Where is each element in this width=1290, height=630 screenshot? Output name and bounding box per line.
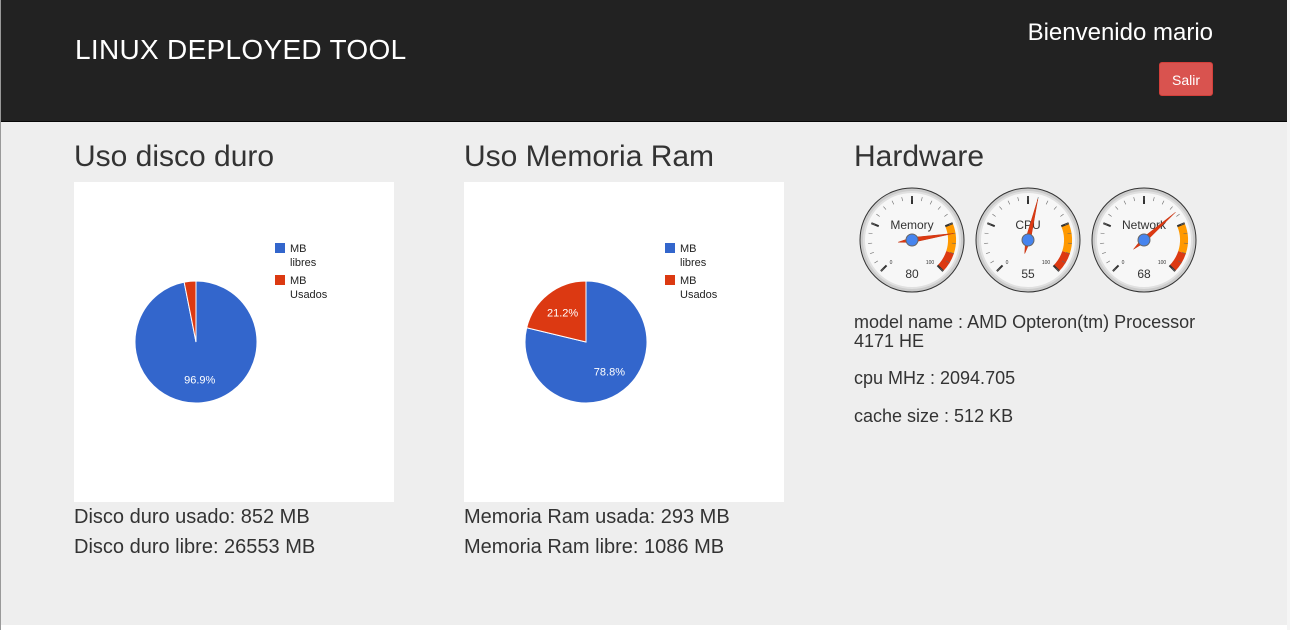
gauge-memory: Memory 0 100 80	[859, 187, 965, 293]
ram-free-text: Memoria Ram libre: 1086 MB	[464, 536, 725, 558]
gauge-max-label-0: 100	[926, 260, 935, 266]
disk-legend-line2-1: Usados	[290, 289, 328, 301]
gauge-min-label-0: 0	[890, 260, 893, 266]
gauge-value-0: 80	[905, 267, 919, 281]
welcome-text: Bienvenido mario	[1027, 19, 1213, 46]
ram-slice-label-1: 21.2%	[547, 307, 578, 319]
cpu-model-text: model name : AMD Opteron(tm) Processor 4…	[854, 312, 1196, 351]
disk-legend-line1-0: MB	[290, 243, 307, 255]
disk-legend-swatch-0	[275, 243, 285, 253]
disk-slice-label-0: 96.9%	[184, 375, 215, 387]
gauge-min-label-2: 0	[1122, 260, 1125, 266]
navbar: LINUX DEPLOYED TOOL Bienvenido mario Sal…	[1, 0, 1287, 122]
ram-legend-line2-0: libres	[680, 257, 707, 269]
logout-button[interactable]: Salir	[1159, 62, 1213, 96]
ram-used-text: Memoria Ram usada: 293 MB	[464, 506, 730, 528]
gauge-min-label-1: 0	[1006, 260, 1009, 266]
gauge-max-label-2: 100	[1158, 260, 1167, 266]
cache-size-text: cache size : 512 KB	[854, 406, 1014, 426]
disk-chart-panel: 96.9% MB libres MB Usados	[74, 182, 394, 502]
gauge-chart: Memory0 10080CPU0 10055Network0 10068	[859, 187, 1197, 293]
ram-chart-panel: 78.8% 21.2% MB libres MB Usados	[464, 182, 784, 502]
disk-free-text: Disco duro libre: 26553 MB	[74, 536, 316, 558]
ram-legend-line1-0: MB	[680, 243, 697, 255]
ram-legend-line1-1: MB	[680, 275, 697, 287]
gauges-row: Memory 0 100 80 CPU 0 100 55 Network 0 100 68	[857, 186, 1202, 301]
brand-title[interactable]: LINUX DEPLOYED TOOL	[75, 34, 406, 66]
gauge-label-1: CPU	[1015, 218, 1040, 232]
hardware-title: Hardware	[854, 140, 985, 173]
disk-pie-chart: 96.9% MB libres MB Usados	[134, 243, 328, 404]
gauge-max-label-1: 100	[1042, 260, 1051, 266]
ram-legend-swatch-0	[665, 243, 675, 253]
gauge-cpu: CPU 0 100 55	[975, 187, 1081, 293]
ram-legend-swatch-1	[665, 275, 675, 285]
gauge-label-0: Memory	[890, 218, 933, 232]
main-content: Uso disco duro 96.9% MB libres MB Usados Dis…	[1, 122, 1287, 625]
gauge-value-2: 68	[1137, 267, 1151, 281]
gauge-value-1: 55	[1021, 267, 1035, 281]
disk-legend-line2-0: libres	[290, 257, 317, 269]
ram-pie-chart: 78.8% 21.2% MB libres MB Usados	[524, 243, 718, 404]
ram-legend-line2-1: Usados	[680, 289, 718, 301]
disk-legend-line1-1: MB	[290, 275, 307, 287]
disk-title: Uso disco duro	[74, 140, 275, 173]
gauge-network: Network0 10068	[1091, 187, 1197, 293]
ram-slice-label-0: 78.8%	[594, 367, 625, 379]
disk-legend-swatch-1	[275, 275, 285, 285]
disk-used-text: Disco duro usado: 852 MB	[74, 506, 310, 528]
ram-title: Uso Memoria Ram	[464, 140, 715, 173]
cpu-mhz-text: cpu MHz : 2094.705	[854, 368, 1016, 388]
